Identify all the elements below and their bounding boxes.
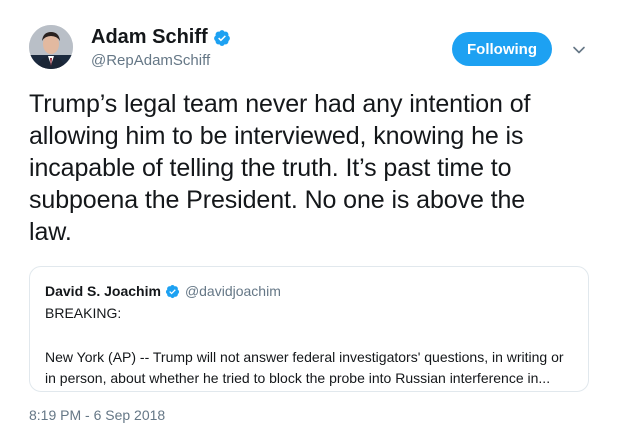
- author-name-row[interactable]: Adam Schiff: [91, 26, 231, 49]
- profile-photo-icon: [29, 25, 73, 69]
- quoted-author-name: David S. Joachim: [45, 283, 161, 299]
- quoted-tweet-text: New York (AP) -- Trump will not answer f…: [45, 347, 580, 389]
- tweet-text-line: allowing him to be interviewed, knowing …: [29, 122, 524, 150]
- tweet-text: Trump’s legal team never had any intenti…: [29, 88, 599, 248]
- tweet-text-line: Trump’s legal team never had any intenti…: [29, 90, 531, 118]
- verified-badge-icon: [213, 29, 231, 47]
- tweet-text-line: law.: [29, 218, 72, 246]
- author-name[interactable]: Adam Schiff: [91, 26, 208, 49]
- quoted-author-handle: @davidjoachim: [184, 283, 281, 299]
- tweet-text-line: incapable of telling the truth. It’s pas…: [29, 154, 512, 182]
- following-button[interactable]: Following: [452, 32, 552, 66]
- quoted-text-line: in person, about whether he tried to blo…: [45, 370, 551, 386]
- tweet-timestamp[interactable]: 8:19 PM - 6 Sep 2018: [29, 407, 165, 423]
- quoted-breaking-label: BREAKING:: [45, 305, 122, 321]
- quoted-tweet[interactable]: David S. Joachim @davidjoachim BREAKING:…: [29, 266, 589, 392]
- chevron-down-icon[interactable]: [571, 42, 587, 58]
- author-handle[interactable]: @RepAdamSchiff: [91, 52, 210, 69]
- quoted-tweet-header: David S. Joachim @davidjoachim: [45, 283, 281, 299]
- verified-badge-icon: [165, 284, 180, 299]
- avatar[interactable]: [29, 25, 73, 69]
- tweet-text-line: subpoena the President. No one is above …: [29, 186, 526, 214]
- quoted-text-line: New York (AP) -- Trump will not answer f…: [45, 349, 564, 365]
